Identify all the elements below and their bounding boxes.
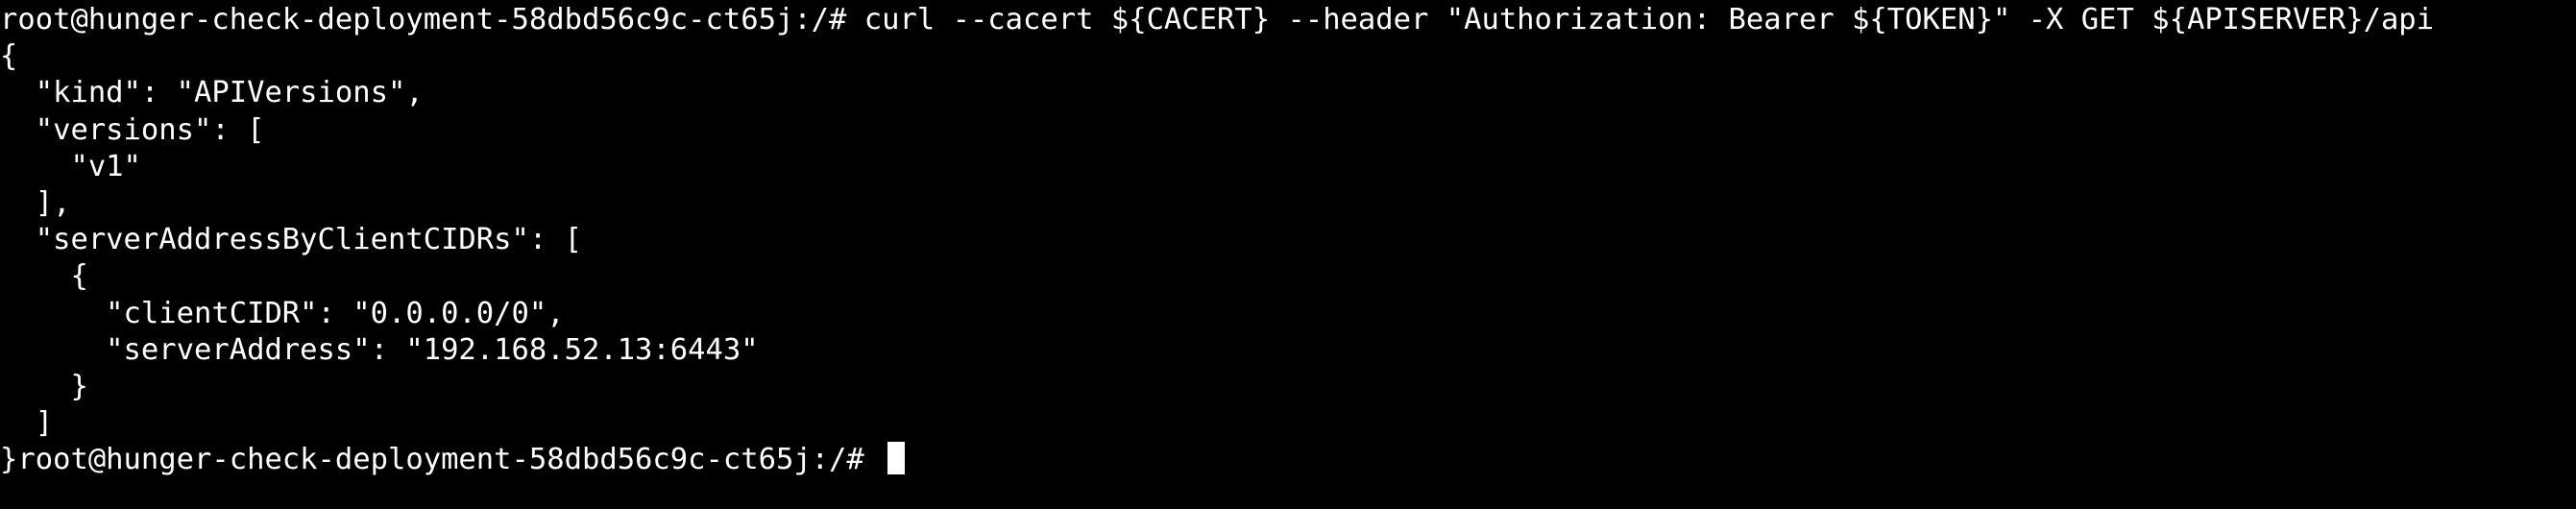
output-line: ], bbox=[0, 185, 71, 220]
terminal-window[interactable]: root@hunger-check-deployment-58dbd56c9c-… bbox=[0, 0, 2576, 509]
output-line: { bbox=[0, 259, 88, 294]
output-line: "clientCIDR": "0.0.0.0/0", bbox=[0, 296, 565, 330]
output-line: "versions": [ bbox=[0, 112, 265, 147]
output-line: "serverAddressByClientCIDRs": [ bbox=[0, 223, 582, 257]
output-line: "kind": "APIVersions", bbox=[0, 76, 424, 110]
output-line: "v1" bbox=[0, 149, 141, 183]
output-line: "serverAddress": "192.168.52.13:6443" bbox=[0, 332, 759, 367]
prompt-line[interactable]: }root@hunger-check-deployment-58dbd56c9c… bbox=[0, 442, 2576, 478]
output-line: ] bbox=[0, 406, 54, 441]
command-line: root@hunger-check-deployment-58dbd56c9c-… bbox=[0, 3, 2435, 36]
output-line: } bbox=[0, 369, 88, 403]
terminal-cursor[interactable] bbox=[887, 442, 906, 475]
prompt-text: }root@hunger-check-deployment-58dbd56c9c… bbox=[0, 443, 883, 477]
output-line: { bbox=[0, 39, 18, 74]
